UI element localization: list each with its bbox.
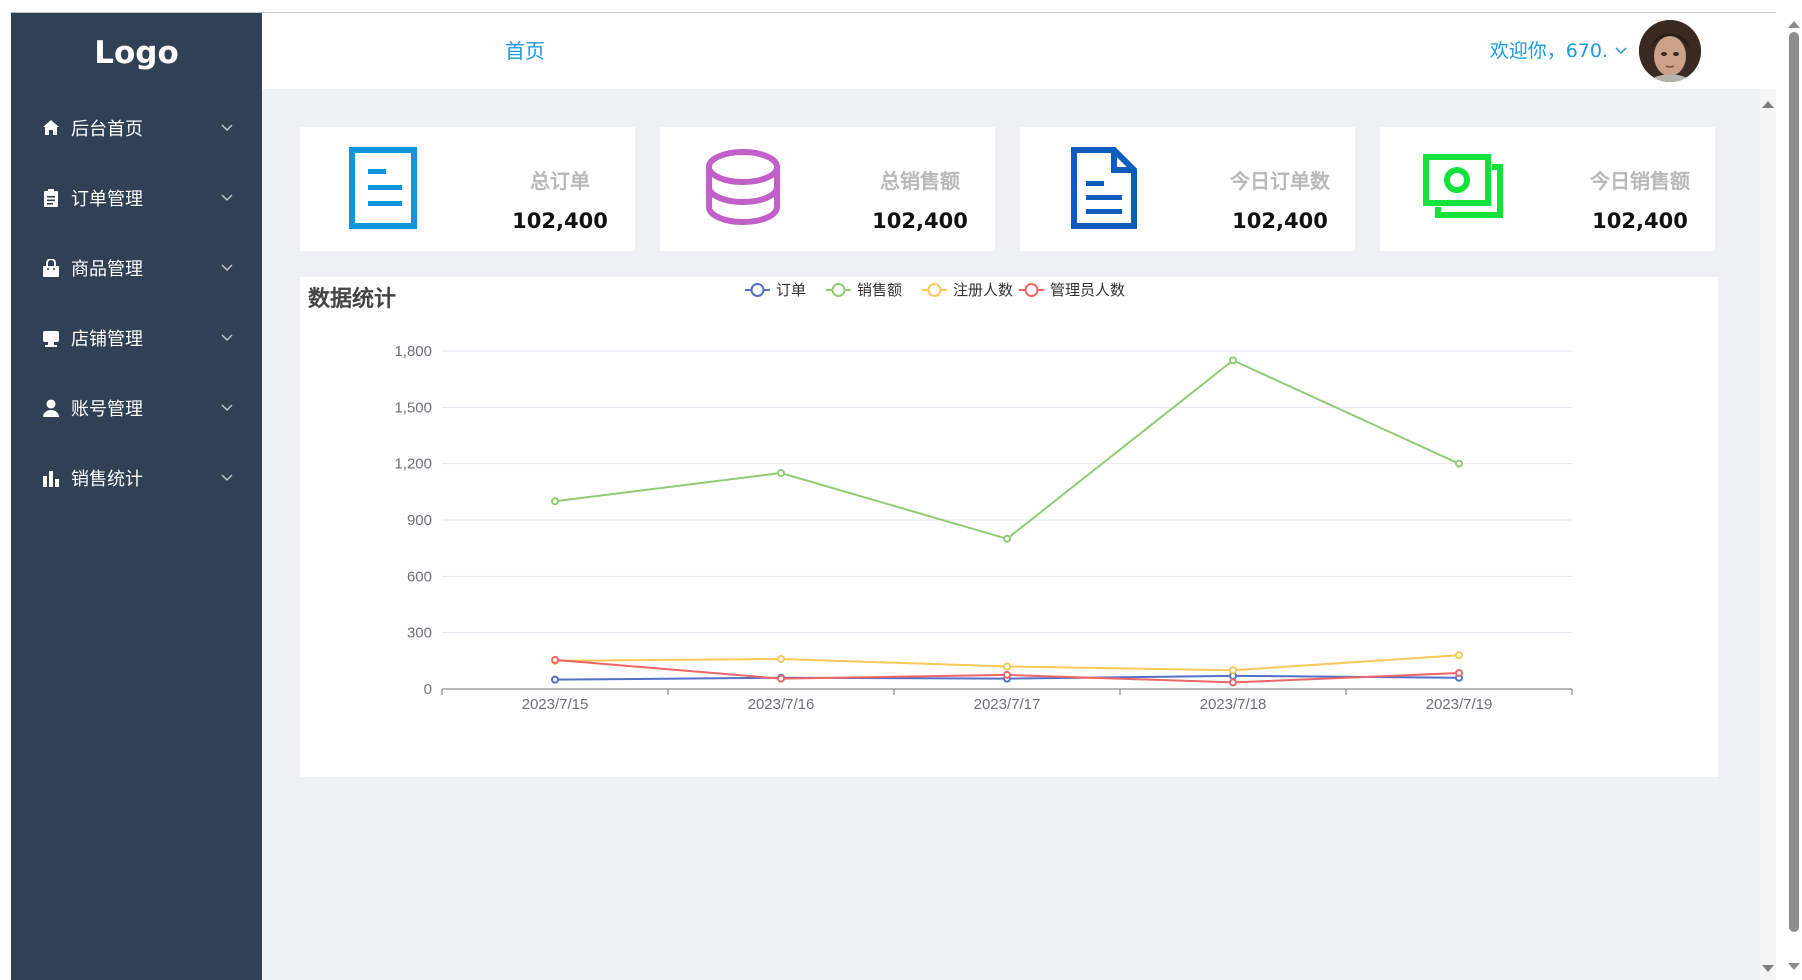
- avatar[interactable]: [1639, 20, 1701, 82]
- y-tick-label: 1,500: [394, 399, 432, 416]
- stat-card-total-orders: 总订单 102,400: [300, 127, 635, 251]
- data-point: [1229, 356, 1237, 365]
- data-point: [551, 655, 559, 664]
- data-point: [777, 674, 785, 683]
- sidebar-item-label: 订单管理: [71, 189, 143, 210]
- bar-chart-icon: [41, 468, 61, 488]
- main-content: 总订单 102,400 总销售额 102,400 今日订单数 102,400 今…: [262, 89, 1760, 980]
- y-tick-label: 0: [424, 681, 432, 698]
- stat-label: 今日订单数: [1230, 169, 1330, 193]
- sidebar-item-label: 后台首页: [71, 119, 143, 140]
- sidebar-item-accounts[interactable]: 账号管理: [11, 373, 262, 443]
- chevron-down-icon: [1615, 46, 1627, 54]
- data-point: [1229, 666, 1237, 675]
- file-icon: [1071, 147, 1137, 229]
- line-chart[interactable]: 0 300 600 900 1,200 1,500 1,800 2023/7/15 2023/7…: [300, 277, 1718, 777]
- stat-label: 今日销售额: [1590, 169, 1690, 193]
- chevron-down-icon: [221, 334, 233, 342]
- sidebar-item-label: 账号管理: [71, 399, 143, 420]
- chevron-down-icon: [221, 404, 233, 412]
- window-scroll-down-icon[interactable]: [1788, 963, 1800, 970]
- document-icon: [349, 147, 417, 229]
- legend-marker: [1024, 283, 1039, 297]
- stat-value: 102,400: [872, 209, 968, 233]
- clipboard-icon: [41, 188, 61, 208]
- money-icon: [1423, 154, 1503, 218]
- chevron-down-icon: [221, 264, 233, 272]
- sidebar-menu: 后台首页 订单管理 商品管理 店铺管理 账号管理 销售统计: [11, 93, 262, 513]
- y-tick-label: 1,200: [394, 456, 432, 473]
- sidebar-item-dashboard[interactable]: 后台首页: [11, 93, 262, 163]
- legend-label: 订单: [776, 282, 806, 299]
- sidebar-item-orders[interactable]: 订单管理: [11, 163, 262, 233]
- legend-label: 管理员人数: [1050, 282, 1125, 299]
- stat-card-total-sales: 总销售额 102,400: [660, 127, 995, 251]
- logo[interactable]: Logo: [11, 13, 262, 93]
- content-scrollbar[interactable]: [1760, 89, 1776, 980]
- stat-label: 总销售额: [880, 169, 960, 193]
- window-scrollbar-thumb[interactable]: [1789, 32, 1799, 932]
- data-point: [1455, 669, 1463, 678]
- chevron-down-icon: [221, 194, 233, 202]
- legend-marker: [750, 283, 765, 297]
- user-icon: [41, 398, 61, 418]
- scroll-down-icon[interactable]: [1762, 965, 1774, 972]
- stat-value: 102,400: [1592, 209, 1688, 233]
- shopping-bag-icon: [41, 258, 61, 278]
- legend-label: 销售额: [857, 282, 902, 299]
- top-header: 首页 欢迎你，670.: [262, 13, 1776, 89]
- user-menu-trigger[interactable]: 欢迎你，670.: [1490, 36, 1628, 63]
- sidebar: Logo 后台首页 订单管理 商品管理 店铺管理 账号管理 销售统计: [11, 13, 262, 980]
- stat-label: 总订单: [530, 169, 590, 193]
- data-point: [551, 497, 559, 506]
- y-tick-label: 600: [407, 568, 432, 585]
- x-tick-label: 2023/7/15: [522, 696, 589, 713]
- store-icon: [41, 328, 61, 348]
- legend-marker: [831, 283, 846, 297]
- sidebar-item-label: 销售统计: [71, 469, 143, 490]
- data-point: [1003, 662, 1011, 671]
- window-scroll-up-icon[interactable]: [1788, 21, 1800, 28]
- x-tick-label: 2023/7/19: [1426, 696, 1493, 713]
- scroll-up-icon[interactable]: [1762, 101, 1774, 108]
- x-tick-label: 2023/7/17: [974, 696, 1041, 713]
- breadcrumb-home[interactable]: 首页: [505, 35, 545, 64]
- x-tick-label: 2023/7/16: [748, 696, 815, 713]
- x-tick-label: 2023/7/18: [1200, 696, 1267, 713]
- stat-card-today-orders: 今日订单数 102,400: [1020, 127, 1355, 251]
- sidebar-item-label: 店铺管理: [71, 329, 143, 350]
- y-tick-label: 1,800: [394, 343, 432, 360]
- sidebar-item-label: 商品管理: [71, 259, 143, 280]
- stat-value: 102,400: [1232, 209, 1328, 233]
- sidebar-item-stores[interactable]: 店铺管理: [11, 303, 262, 373]
- home-icon: [41, 118, 61, 138]
- sidebar-item-sales-stats[interactable]: 销售统计: [11, 443, 262, 513]
- data-point: [1229, 678, 1237, 687]
- data-point: [551, 675, 559, 684]
- data-point: [1003, 670, 1011, 679]
- y-tick-label: 900: [407, 512, 432, 529]
- series-line: [554, 359, 1460, 540]
- stat-value: 102,400: [512, 209, 608, 233]
- data-point: [777, 654, 785, 663]
- y-tick-label: 300: [407, 625, 432, 642]
- stat-card-today-sales: 今日销售额 102,400: [1380, 127, 1715, 251]
- welcome-text: 欢迎你，670.: [1489, 40, 1608, 62]
- chevron-down-icon: [221, 474, 233, 482]
- legend-marker: [927, 283, 942, 297]
- legend-label: 注册人数: [953, 282, 1013, 299]
- sidebar-item-products[interactable]: 商品管理: [11, 233, 262, 303]
- avatar-image: [1639, 20, 1701, 82]
- data-point: [777, 469, 785, 478]
- chevron-down-icon: [221, 124, 233, 132]
- data-point: [1455, 459, 1463, 468]
- chart-panel: 数据统计 0 300 600 900 1,200 1,500 1,800 2023/7/15 2…: [300, 277, 1718, 777]
- database-icon: [706, 149, 780, 225]
- chart-title: 数据统计: [308, 287, 397, 312]
- data-point: [1003, 534, 1011, 543]
- data-point: [1455, 651, 1463, 660]
